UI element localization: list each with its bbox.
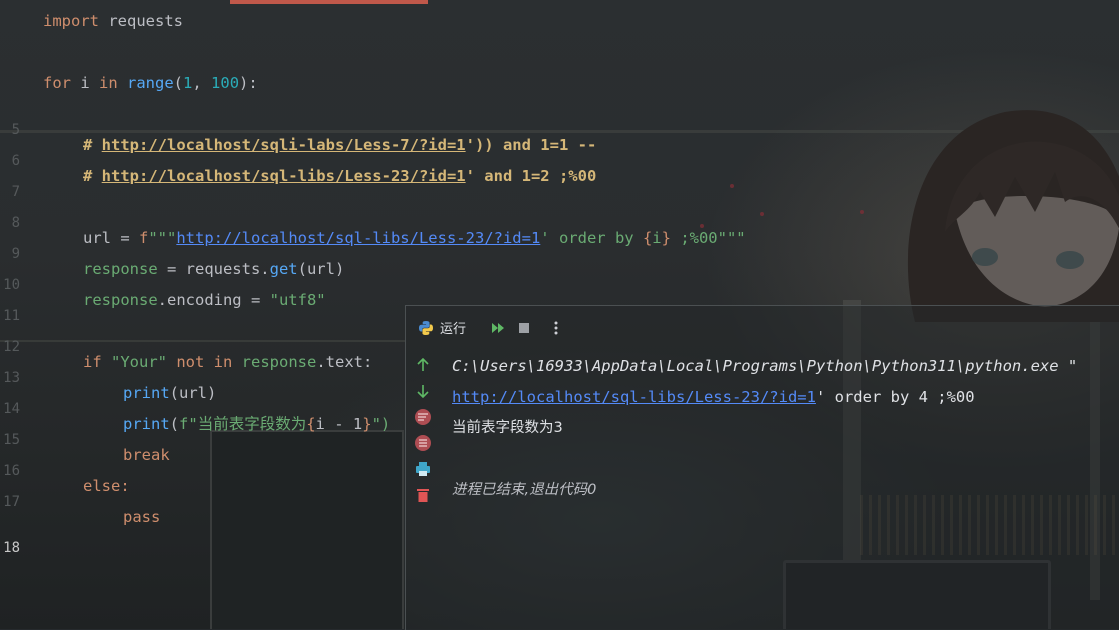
code-line[interactable]: print(url)	[123, 378, 216, 409]
code-line[interactable]: response.encoding = "utf8"	[83, 285, 326, 316]
print-icon[interactable]	[414, 460, 432, 478]
code-line[interactable]: response = requests.get(url)	[83, 254, 344, 285]
string-link[interactable]: http://localhost/sql-libs/Less-23/?id=1	[176, 229, 540, 247]
line-number: 8	[11, 215, 20, 231]
line-number: 11	[3, 308, 20, 324]
line-number: 16	[3, 463, 20, 479]
trash-icon[interactable]	[414, 486, 432, 504]
line-number: 13	[3, 370, 20, 386]
console-link[interactable]: http://localhost/sql-libs/Less-23/?id=1	[452, 388, 816, 406]
code-line[interactable]: else:	[83, 471, 130, 502]
console-line: C:\Users\16933\AppData\Local\Programs\Py…	[452, 357, 1078, 375]
more-icon[interactable]	[548, 320, 564, 336]
code-line[interactable]: for i in range(1, 100):	[43, 68, 258, 99]
line-number: 7	[11, 184, 20, 200]
line-number: 10	[3, 277, 20, 293]
rerun-icon[interactable]	[490, 320, 506, 336]
tab-underline	[230, 0, 428, 4]
run-side-toolbar	[406, 350, 440, 530]
console-line: http://localhost/sql-libs/Less-23/?id=1'…	[452, 388, 975, 406]
line-number: 12	[3, 339, 20, 355]
tab-run[interactable]: 运行	[418, 318, 466, 337]
run-toolbar: 运行	[406, 306, 1119, 350]
up-arrow-icon[interactable]	[414, 356, 432, 374]
line-number-gutter: 5 6 7 8 9 10 11 12 13 14 15 16 17 18	[0, 0, 38, 629]
tab-run-label: 运行	[440, 322, 467, 337]
console-line: 当前表字段数为3	[452, 420, 563, 436]
code-line[interactable]: url = f"""http://localhost/sql-libs/Less…	[83, 223, 746, 254]
code-line[interactable]: print(f"当前表字段数为{i - 1}")	[123, 409, 390, 440]
comment-link[interactable]: http://localhost/sql-libs/Less-23/?id=1	[102, 167, 466, 185]
code-comment-line[interactable]: # http://localhost/sql-libs/Less-23/?id=…	[83, 161, 596, 192]
code-line[interactable]: import requests	[43, 6, 183, 37]
anime-girl-illustration	[907, 110, 1119, 322]
soft-wrap-icon[interactable]	[414, 408, 432, 426]
line-number-current: 18	[3, 540, 20, 556]
code-line[interactable]: if "Your" not in response.text:	[83, 347, 372, 378]
code-line[interactable]: pass	[123, 502, 160, 533]
line-number: 14	[3, 401, 20, 417]
python-icon	[419, 320, 433, 335]
code-line[interactable]: break	[123, 440, 170, 471]
run-tool-window: 运行 C:\Users\16933\AppData\Local\Programs…	[405, 305, 1119, 630]
line-number: 6	[11, 153, 20, 169]
line-number: 9	[11, 246, 20, 262]
line-number: 15	[3, 432, 20, 448]
scroll-end-icon[interactable]	[414, 434, 432, 452]
line-number: 17	[3, 494, 20, 510]
line-number: 5	[11, 122, 20, 138]
down-arrow-icon[interactable]	[414, 382, 432, 400]
process-exit-message: 进程已结束,退出代码0	[452, 482, 597, 498]
comment-link[interactable]: http://localhost/sqli-labs/Less-7/?id=1	[102, 136, 466, 154]
code-comment-line[interactable]: # http://localhost/sqli-labs/Less-7/?id=…	[83, 130, 596, 161]
stop-icon[interactable]	[516, 320, 532, 336]
